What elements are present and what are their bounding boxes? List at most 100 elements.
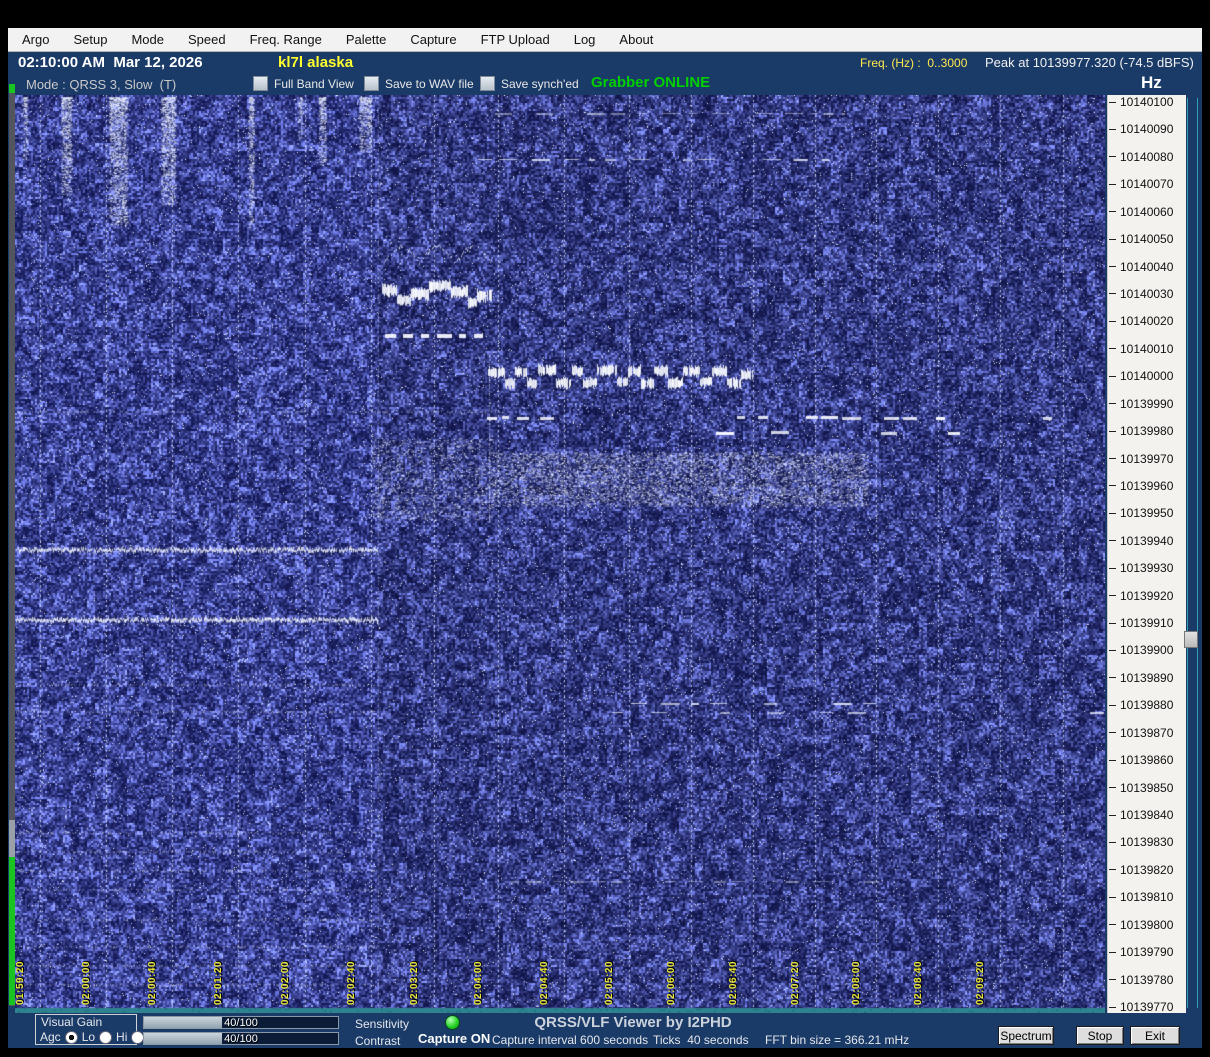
freq-tick-label: 10139800 [1109,918,1173,932]
freq-tick-label: 10139980 [1109,424,1173,438]
checkbox-icon [480,76,495,91]
callsign-label: kl7l alaska [278,54,354,71]
menu-item-capture[interactable]: Capture [410,32,456,47]
scrollbar-track[interactable] [1187,98,1198,1008]
time-tick-label: 02:06:00 [666,960,677,1005]
time-tick-label: 02:04:40 [539,960,550,1005]
freq-tick-label: 10139920 [1109,589,1173,603]
mode-bar: Mode : QRSS 3, Slow (T) Full Band View S… [8,73,1202,95]
sensitivity-slider[interactable]: 40/100 [143,1016,339,1029]
radio-agc[interactable] [64,1030,78,1044]
time-tick-label: 02:06:40 [728,960,739,1005]
freq-tick-label: 10139790 [1109,945,1173,959]
contrast-value: 40/100 [224,1033,258,1045]
freq-range-label: Freq. (Hz) : 0..3000 [860,56,968,70]
freq-tick-label: 10139820 [1109,863,1173,877]
capture-status: Capture ON [418,1031,491,1046]
time-tick-label: 02:03:20 [409,960,420,1005]
app-title: QRSS/VLF Viewer by I2PHD [534,1014,732,1031]
checkbox-save-synched[interactable]: Save synch'ed [480,76,579,91]
visual-gain-title: Visual Gain [41,1015,103,1029]
menu-item-ftp-upload[interactable]: FTP Upload [481,32,550,47]
freq-tick-label: 10140040 [1109,260,1173,274]
frequency-scale: 10140100 10140090 10140080 10140070 10140060… [1107,95,1186,1014]
menu-item-freq-range[interactable]: Freq. Range [250,32,322,47]
checkbox-save-to-wav[interactable]: Save to WAV file [364,76,474,91]
freq-tick-label: 10140020 [1109,314,1173,328]
checkbox-icon [364,76,379,91]
radio-lo-label: Lo [81,1030,96,1044]
fft-bin-label: FFT bin size = 366.21 mHz [765,1033,910,1047]
freq-tick-label: 10139960 [1109,479,1173,493]
freq-tick-label: 10139860 [1109,753,1173,767]
capture-interval-label: Capture interval 600 seconds [492,1033,649,1047]
freq-tick-label: 10139850 [1109,781,1173,795]
status-bar: Visual Gain Agc Lo Hi 40/100 40/100 Sens… [8,1013,1202,1048]
sensitivity-value: 40/100 [224,1017,258,1029]
time-tick-label: 02:08:40 [913,960,924,1005]
menu-bar: Argo Setup Mode Speed Freq. Range Palett… [8,28,1202,52]
peak-label: Peak at 10139977.320 (-74.5 dBFS) [985,55,1194,70]
freq-tick-label: 10139970 [1109,452,1173,466]
level-marker-top [9,84,15,93]
menu-item-about[interactable]: About [619,32,653,47]
time-tick-label: 02:05:20 [604,960,615,1005]
freq-tick-label: 10139770 [1109,1000,1173,1014]
radio-agc-label: Agc [40,1030,61,1044]
freq-tick-label: 10139890 [1109,671,1173,685]
freq-tick-label: 10140000 [1109,369,1173,383]
time-tick-label: 02:07:20 [790,960,801,1005]
freq-tick-label: 10140100 [1109,95,1173,109]
argo-window: Argo Setup Mode Speed Freq. Range Palett… [0,0,1210,1057]
freq-tick-label: 10139840 [1109,808,1173,822]
datetime-label: 02:10:00 AM Mar 12, 2026 [18,54,203,71]
contrast-slider[interactable]: 40/100 [143,1032,339,1045]
freq-tick-label: 10140030 [1109,287,1173,301]
grabber-status: Grabber ONLINE [591,74,711,91]
freq-tick-label: 10139780 [1109,973,1173,987]
freq-tick-label: 10139950 [1109,506,1173,520]
visual-gain-group: Visual Gain Agc Lo Hi [35,1014,145,1045]
checkbox-label: Save to WAV file [385,76,474,91]
time-tick-label: 02:00:00 [81,960,92,1005]
time-tick-label: 01:59:20 [15,960,26,1005]
time-tick-label: 02:01:20 [213,960,224,1005]
freq-tick-label: 10139900 [1109,643,1173,657]
info-bar: 02:10:00 AM Mar 12, 2026 kl7l alaska Fre… [8,52,1202,73]
time-tick-label: 02:02:40 [346,960,357,1005]
time-tick-label: 02:09:20 [975,960,986,1005]
stop-button[interactable]: Stop [1076,1026,1124,1045]
freq-tick-label: 10140050 [1109,232,1173,246]
time-tick-label: 02:02:00 [280,960,291,1005]
ticks-label: Ticks 40 seconds [653,1033,749,1047]
sensitivity-label: Sensitivity [355,1017,410,1031]
time-tick-label: 02:04:00 [473,960,484,1005]
menu-item-setup[interactable]: Setup [73,32,107,47]
menu-item-palette[interactable]: Palette [346,32,386,47]
freq-tick-label: 10139930 [1109,561,1173,575]
time-tick-label: 02:00:40 [147,960,158,1005]
freq-tick-label: 10140060 [1109,205,1173,219]
radio-lo[interactable] [99,1030,113,1044]
menu-item-mode[interactable]: Mode [131,32,164,47]
freq-tick-label: 10139910 [1109,616,1173,630]
checkbox-full-band-view[interactable]: Full Band View [253,76,354,91]
freq-tick-label: 10140090 [1109,122,1173,136]
checkbox-icon [253,76,268,91]
mode-label: Mode : QRSS 3, Slow (T) [26,77,177,92]
freq-tick-label: 10139990 [1109,397,1173,411]
scrollbar-thumb[interactable] [1184,631,1198,648]
radio-hi-label: Hi [116,1030,128,1044]
spectrum-button[interactable]: Spectrum [998,1026,1054,1045]
visual-gain-options: Agc Lo Hi [40,1030,145,1044]
menu-item-log[interactable]: Log [574,32,596,47]
checkbox-label: Save synch'ed [501,76,579,91]
menu-item-argo[interactable]: Argo [22,32,49,47]
hz-unit-label: Hz [1141,73,1162,92]
freq-tick-label: 10139880 [1109,698,1173,712]
capture-led-icon [445,1015,460,1030]
checkbox-label: Full Band View [274,76,354,91]
exit-button[interactable]: Exit [1130,1026,1180,1045]
freq-tick-label: 10139940 [1109,534,1173,548]
menu-item-speed[interactable]: Speed [188,32,226,47]
